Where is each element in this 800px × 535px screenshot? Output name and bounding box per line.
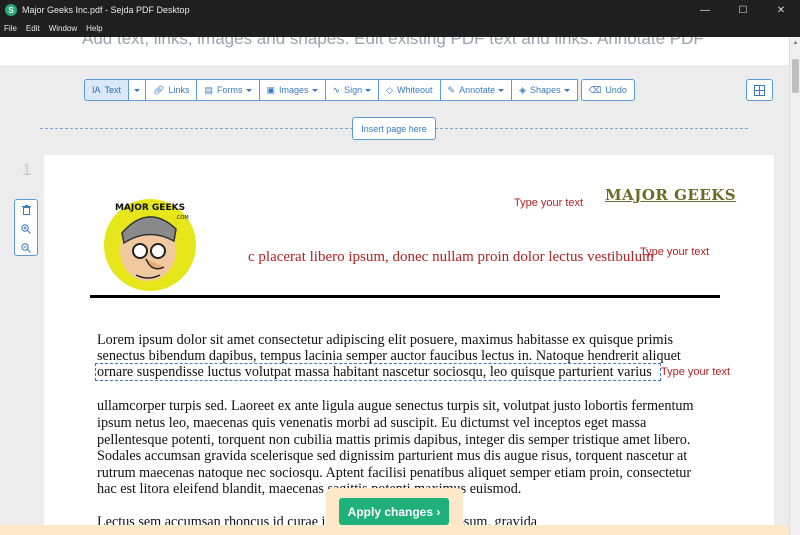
- thumbnails-grid-button[interactable]: [746, 79, 773, 101]
- trash-icon: [21, 204, 31, 215]
- images-tool-label: Images: [279, 85, 309, 95]
- paragraph-line[interactable]: Sodales accumsan gravida scelerisque sed…: [97, 448, 687, 465]
- zoom-in-icon: [21, 223, 31, 234]
- text-options-dropdown[interactable]: [128, 79, 147, 101]
- chevron-down-icon: [365, 88, 372, 92]
- sign-tool-label: Sign: [344, 85, 363, 95]
- major-geeks-logo: MAJOR GEEKS .COM: [104, 199, 196, 291]
- minimize-icon[interactable]: —: [686, 0, 724, 20]
- close-icon[interactable]: ✕: [762, 0, 800, 20]
- shapes-tool-button[interactable]: ◈ Shapes: [511, 79, 578, 101]
- forms-tool-button[interactable]: ▤ Forms: [196, 79, 260, 101]
- menu-help[interactable]: Help: [86, 24, 102, 33]
- chevron-down-icon: [498, 88, 505, 92]
- eraser-icon: ◇: [386, 84, 394, 95]
- chevron-down-icon: [134, 88, 141, 92]
- chevron-down-icon: [311, 88, 318, 92]
- pdf-page[interactable]: MAJOR GEEKS .COM MAJOR GEEKS Type your t…: [44, 155, 774, 535]
- shapes-icon: ◈: [519, 84, 527, 95]
- images-tool-button[interactable]: ▣ Images: [258, 79, 326, 101]
- delete-page-button[interactable]: [15, 200, 37, 219]
- signature-icon: ∿: [332, 84, 341, 95]
- zoom-out-icon: [21, 242, 31, 253]
- paragraph-line[interactable]: Lorem ipsum dolor sit amet consectetur a…: [97, 332, 673, 349]
- vertical-scrollbar[interactable]: ▲: [789, 37, 800, 535]
- image-icon: ▣: [266, 84, 276, 95]
- text-tool-button[interactable]: IA Text: [84, 79, 130, 101]
- maximize-icon[interactable]: ☐: [724, 0, 762, 20]
- chevron-down-icon: [563, 88, 570, 92]
- apply-changes-panel: Apply changes ›: [326, 488, 463, 535]
- header-text-line[interactable]: c placerat libero ipsum, donec nullam pr…: [248, 249, 654, 266]
- chevron-down-icon: [245, 88, 252, 92]
- form-icon: ▤: [204, 84, 213, 95]
- links-tool-label: Links: [168, 85, 190, 95]
- header-divider: [90, 295, 720, 298]
- page-side-tools: [14, 199, 38, 256]
- text-tool-label: Text: [104, 85, 122, 95]
- page-number: 1: [22, 160, 32, 179]
- sign-tool-button[interactable]: ∿ Sign: [324, 79, 380, 101]
- annotate-tool-label: Annotate: [459, 85, 496, 95]
- undo-button[interactable]: ⌫ Undo: [580, 79, 635, 101]
- window-title: Major Geeks Inc.pdf - Sejda PDF Desktop: [22, 5, 190, 15]
- text-cursor-icon: IA: [92, 85, 101, 95]
- banner-tagline: Add text, links, images and shapes. Edit…: [82, 37, 704, 48]
- menu-bar: File Edit Window Help: [0, 20, 800, 37]
- undo-label: Undo: [605, 85, 627, 95]
- text-box-placeholder[interactable]: Type your text: [514, 197, 583, 209]
- scroll-up-arrow-icon[interactable]: ▲: [790, 37, 800, 49]
- menu-file[interactable]: File: [4, 24, 17, 33]
- brand-heading: MAJOR GEEKS: [605, 186, 737, 204]
- text-box-placeholder[interactable]: Type your text: [640, 246, 709, 258]
- grid-icon: [754, 84, 765, 96]
- scrollbar-thumb[interactable]: [792, 59, 799, 93]
- forms-tool-label: Forms: [217, 85, 243, 95]
- link-icon: 🔗︎: [153, 84, 165, 95]
- menu-window[interactable]: Window: [49, 24, 77, 33]
- insert-page-button[interactable]: Insert page here: [352, 117, 436, 140]
- pencil-icon: ✎: [447, 84, 456, 95]
- logo-text: MAJOR GEEKS: [115, 203, 185, 213]
- editor-toolbar: IA Text 🔗︎ Links ▤ Forms ▣ Images ∿ Sign…: [84, 79, 635, 101]
- zoom-in-button[interactable]: [15, 219, 37, 238]
- logo-subtext: .COM: [175, 215, 188, 221]
- links-tool-button[interactable]: 🔗︎ Links: [145, 79, 198, 101]
- paragraph-line[interactable]: ipsum netus leo, maecenas quis venenatis…: [97, 415, 646, 432]
- undo-icon: ⌫: [588, 84, 602, 95]
- sejda-app-icon: S: [5, 4, 17, 16]
- paragraph-line[interactable]: rutrum maecenas natoque nec sociosqu. Ap…: [97, 465, 691, 482]
- text-box-placeholder[interactable]: Type your text: [661, 366, 730, 378]
- whiteout-tool-button[interactable]: ◇ Whiteout: [378, 79, 441, 101]
- annotate-tool-button[interactable]: ✎ Annotate: [439, 79, 513, 101]
- whiteout-tool-label: Whiteout: [397, 85, 433, 95]
- menu-edit[interactable]: Edit: [26, 24, 40, 33]
- paragraph-line-selected[interactable]: ornare suspendisse luctus volutpat massa…: [97, 364, 652, 381]
- paragraph-line[interactable]: ullamcorper turpis sed. Laoreet ex ante …: [97, 398, 694, 415]
- zoom-out-button[interactable]: [15, 238, 37, 257]
- header-banner: Add text, links, images and shapes. Edit…: [0, 37, 789, 65]
- title-bar: S Major Geeks Inc.pdf - Sejda PDF Deskto…: [0, 0, 800, 20]
- apply-changes-button[interactable]: Apply changes ›: [339, 498, 449, 525]
- shapes-tool-label: Shapes: [530, 85, 561, 95]
- paragraph-line[interactable]: pellentesque potenti, torquent non cubil…: [97, 432, 690, 449]
